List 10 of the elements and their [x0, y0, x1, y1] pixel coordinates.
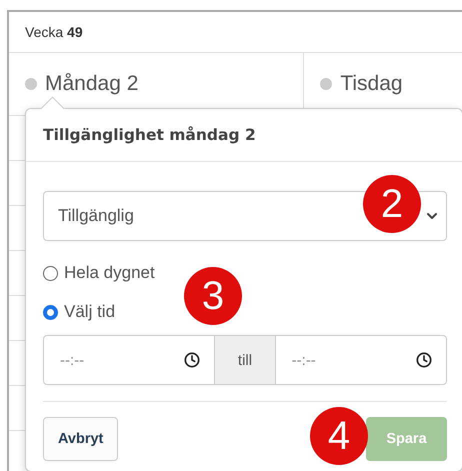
status-dot: [320, 78, 332, 90]
day-label: Måndag 2: [45, 72, 138, 96]
week-label: Vecka 49: [25, 24, 83, 40]
status-dot: [25, 78, 37, 90]
clock-icon: [416, 352, 432, 368]
popover-title: Tillgänglighet måndag 2: [43, 126, 256, 144]
cancel-button[interactable]: Avbryt: [43, 417, 118, 461]
clock-icon: [184, 352, 200, 368]
till-label: till: [214, 336, 276, 384]
day-label: Tisdag: [340, 72, 403, 96]
